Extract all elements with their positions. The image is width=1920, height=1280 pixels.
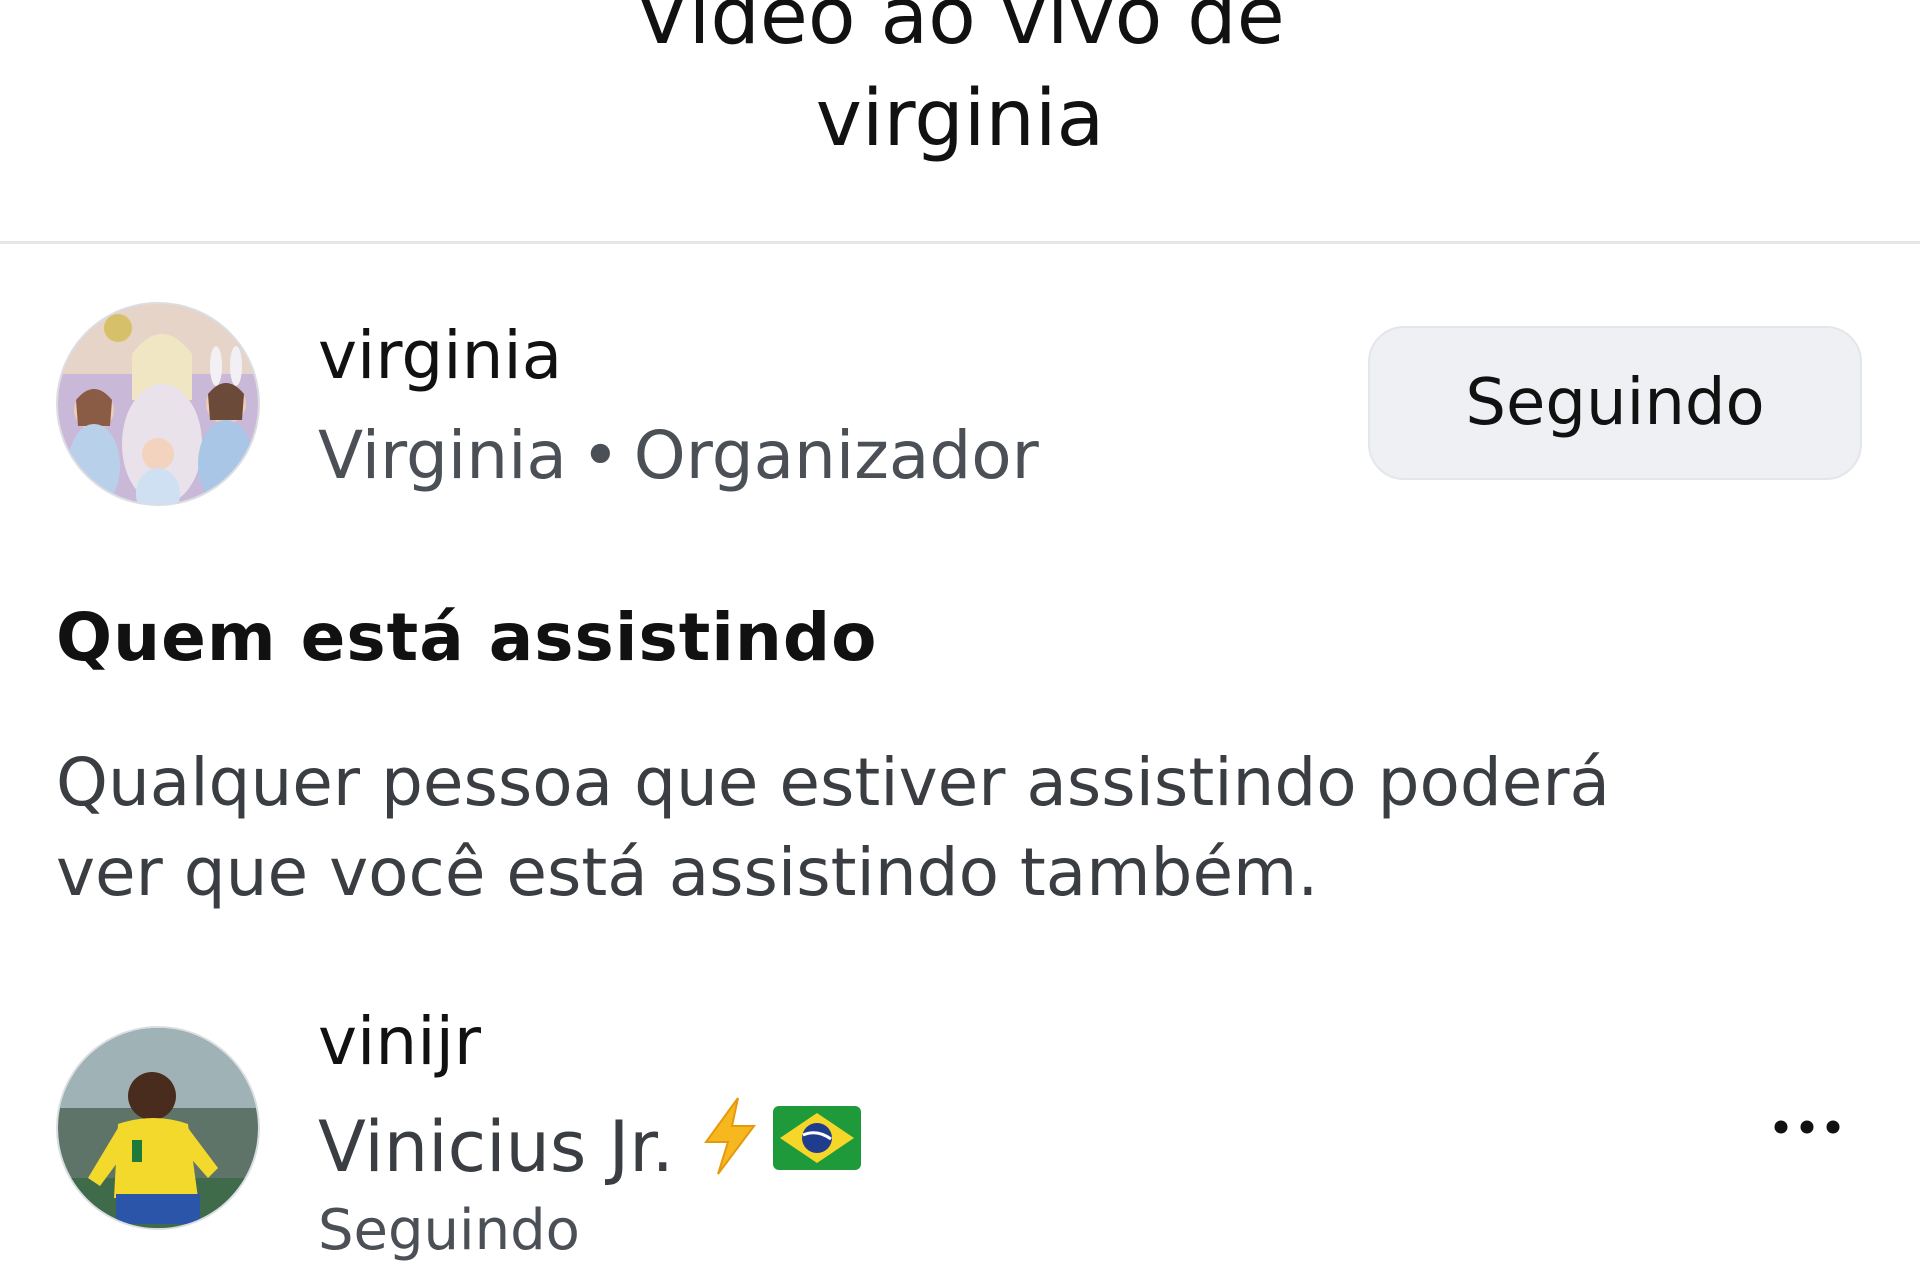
host-role: Organizador [633, 417, 1039, 494]
host-avatar[interactable] [56, 302, 260, 506]
watching-description: Qualquer pessoa que estiver assistindo p… [56, 738, 1856, 918]
watching-description-line2: ver que você está assistindo também. [56, 834, 1319, 911]
viewer-display-name-row: Vinicius Jr. [318, 1096, 862, 1197]
host-subtitle: Virginia • Organizador [318, 416, 1039, 496]
lightning-bolt-icon [700, 1096, 760, 1197]
separator-dot: • [580, 417, 620, 494]
viewer-follow-status: Seguindo [318, 1198, 580, 1263]
following-button[interactable]: Seguindo [1368, 326, 1862, 480]
avatar-photo-icon [58, 1028, 258, 1228]
viewer-display-name: Vinicius Jr. [318, 1105, 674, 1188]
live-video-viewers-page: Vídeo ao vivo de virginia virginia Virgi… [0, 0, 1920, 1280]
watching-description-line1: Qualquer pessoa que estiver assistindo p… [56, 744, 1610, 821]
page-title-line1: Vídeo ao vivo de [635, 0, 1285, 62]
page-title: Vídeo ao vivo de virginia [0, 0, 1920, 170]
host-username[interactable]: virginia [318, 316, 562, 396]
more-options-icon[interactable] [1770, 1112, 1844, 1142]
brazil-flag-icon [772, 1102, 862, 1192]
viewer-username[interactable]: vinijr [318, 1002, 481, 1082]
header-divider [0, 241, 1920, 244]
avatar-photo-icon [58, 304, 258, 504]
watching-heading: Quem está assistindo [56, 599, 878, 676]
host-display-name: Virginia [318, 417, 567, 494]
page-title-line2: virginia [815, 74, 1105, 164]
viewer-avatar[interactable] [56, 1026, 260, 1230]
